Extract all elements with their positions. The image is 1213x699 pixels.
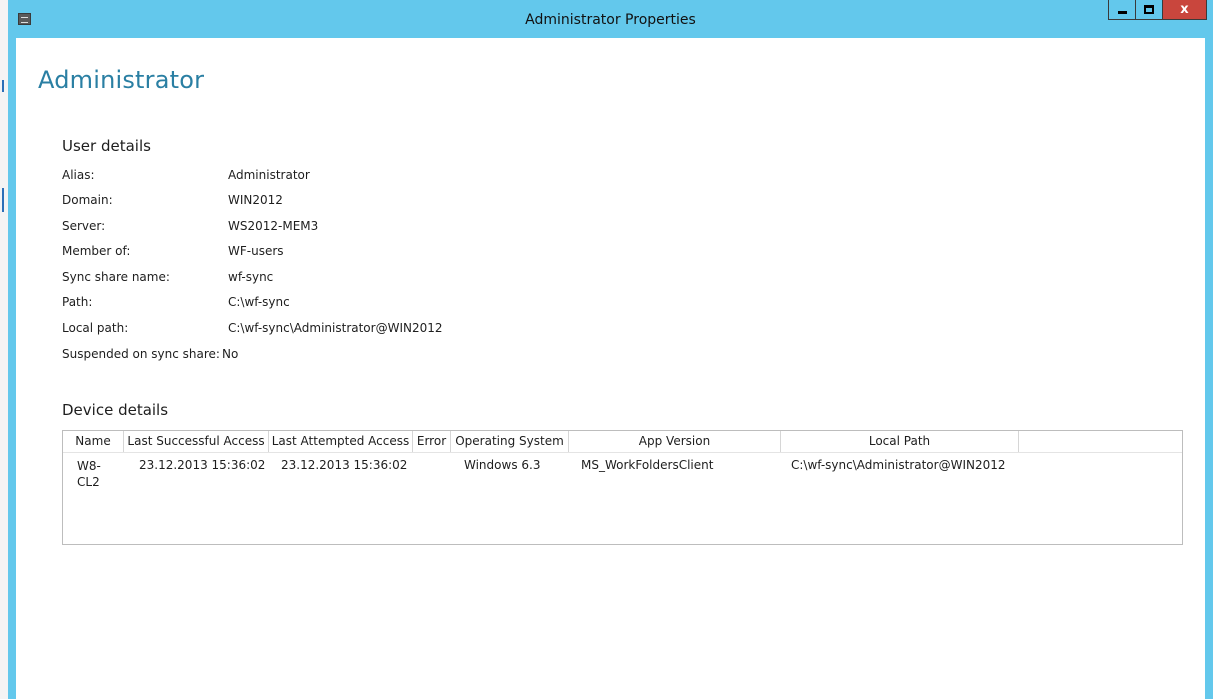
detail-label: Suspended on sync share:	[62, 347, 220, 361]
column-header-filler	[1019, 431, 1183, 452]
close-button[interactable]: x	[1162, 0, 1207, 20]
background-mark	[2, 188, 4, 212]
detail-label: Sync share name:	[62, 270, 170, 284]
detail-value: C:\wf-sync\Administrator@WIN2012	[228, 321, 443, 335]
window-controls: x	[1108, 0, 1207, 21]
detail-value: WIN2012	[228, 193, 283, 207]
minimize-icon	[1118, 11, 1127, 14]
detail-value: WF-users	[228, 244, 284, 258]
properties-window: Administrator Properties x Administrator…	[8, 0, 1213, 699]
column-header-last-attempted-access[interactable]: Last Attempted Access	[269, 431, 413, 452]
desktop-background-strip	[0, 0, 8, 699]
detail-label: Server:	[62, 219, 106, 233]
window-title: Administrator Properties	[525, 12, 696, 28]
minimize-button[interactable]	[1108, 0, 1135, 20]
detail-value: Administrator	[228, 168, 310, 182]
table-header: Name Last Successful Access Last Attempt…	[63, 431, 1182, 453]
detail-value: WS2012-MEM3	[228, 219, 319, 233]
table-row[interactable]: W8-CL2 23.12.2013 15:36:02 23.12.2013 15…	[63, 453, 1182, 493]
detail-value: No	[222, 347, 239, 361]
content-area: Administrator User details Alias: Admini…	[16, 38, 1205, 699]
detail-label: Domain:	[62, 193, 113, 207]
detail-label: Member of:	[62, 244, 131, 258]
cell-operating-system: Windows 6.3	[464, 458, 541, 472]
column-header-operating-system[interactable]: Operating System	[451, 431, 569, 452]
title-bar[interactable]: Administrator Properties x	[8, 0, 1213, 38]
device-details-heading: Device details	[62, 401, 169, 419]
detail-label: Path:	[62, 295, 93, 309]
background-mark	[2, 80, 4, 92]
detail-label: Alias:	[62, 168, 95, 182]
device-table[interactable]: Name Last Successful Access Last Attempt…	[62, 430, 1183, 545]
cell-last-successful-access: 23.12.2013 15:36:02	[139, 458, 266, 472]
column-header-name[interactable]: Name	[63, 431, 124, 452]
page-title: Administrator	[38, 66, 205, 94]
maximize-button[interactable]	[1135, 0, 1162, 20]
column-header-error[interactable]: Error	[413, 431, 451, 452]
cell-last-attempted-access: 23.12.2013 15:36:02	[281, 458, 408, 472]
cell-local-path: C:\wf-sync\Administrator@WIN2012	[791, 458, 1006, 472]
detail-value: wf-sync	[228, 270, 274, 284]
detail-label: Local path:	[62, 321, 129, 335]
column-header-last-successful-access[interactable]: Last Successful Access	[124, 431, 269, 452]
cell-app-version: MS_WorkFoldersClient	[581, 458, 714, 472]
maximize-icon	[1144, 5, 1154, 14]
close-icon: x	[1180, 2, 1189, 17]
detail-value: C:\wf-sync	[228, 295, 290, 309]
column-header-app-version[interactable]: App Version	[569, 431, 781, 452]
column-header-local-path[interactable]: Local Path	[781, 431, 1019, 452]
user-details-heading: User details	[62, 137, 151, 155]
cell-name: W8-CL2	[77, 459, 101, 489]
